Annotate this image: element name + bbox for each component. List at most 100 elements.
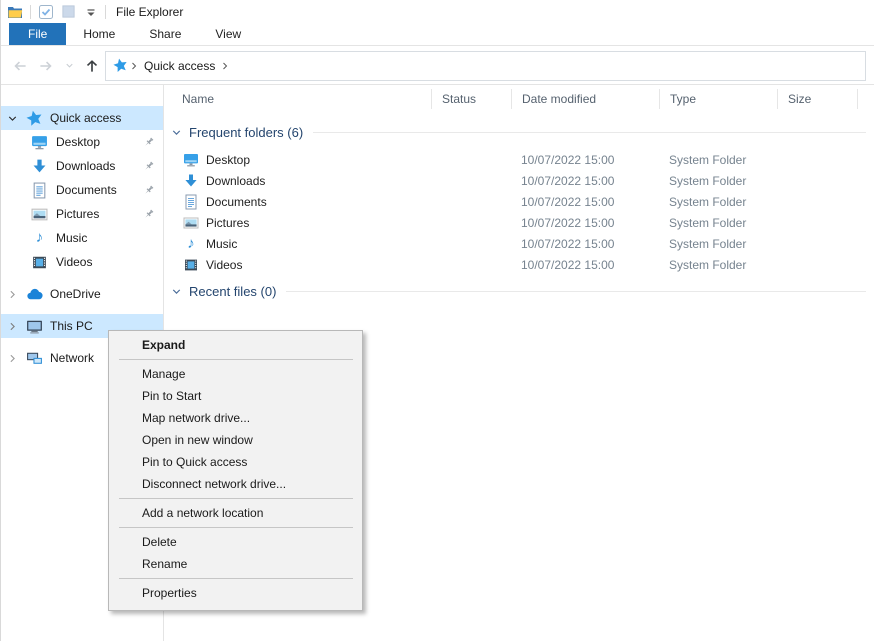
sidebar-spacer bbox=[1, 274, 163, 282]
sidebar-item-onedrive[interactable]: OneDrive bbox=[1, 282, 163, 306]
sidebar-item-label: Desktop bbox=[56, 135, 100, 149]
chevron-down-icon[interactable] bbox=[6, 112, 20, 125]
menu-separator bbox=[119, 359, 353, 360]
music-note-icon: ♪ bbox=[183, 236, 199, 252]
chevron-right-icon[interactable] bbox=[6, 288, 20, 301]
breadcrumb-chevron-icon[interactable] bbox=[128, 60, 140, 72]
file-type: System Folder bbox=[659, 153, 777, 167]
menu-item-manage[interactable]: Manage bbox=[109, 363, 362, 385]
explorer-app-icon bbox=[6, 4, 24, 20]
file-date: 10/07/2022 15:00 bbox=[511, 216, 659, 230]
videos-icon bbox=[183, 257, 199, 273]
sidebar-item-downloads[interactable]: Downloads bbox=[1, 154, 163, 178]
sidebar-item-desktop[interactable]: Desktop bbox=[1, 130, 163, 154]
pictures-icon bbox=[31, 206, 48, 223]
back-button[interactable] bbox=[11, 57, 29, 75]
recent-locations-button[interactable] bbox=[64, 60, 75, 71]
file-row-desktop[interactable]: Desktop 10/07/2022 15:00 System Folder bbox=[164, 149, 874, 170]
sidebar-item-label: Pictures bbox=[56, 207, 99, 221]
file-name: Videos bbox=[206, 258, 242, 272]
chevron-right-icon[interactable] bbox=[6, 352, 20, 365]
column-header-type[interactable]: Type bbox=[659, 89, 777, 109]
file-date: 10/07/2022 15:00 bbox=[511, 195, 659, 209]
file-row-music[interactable]: ♪ Music 10/07/2022 15:00 System Folder bbox=[164, 233, 874, 254]
column-header-size[interactable]: Size bbox=[777, 89, 858, 109]
sidebar-item-quick-access[interactable]: Quick access bbox=[1, 106, 163, 130]
column-header-status[interactable]: Status bbox=[431, 89, 511, 109]
tab-share[interactable]: Share bbox=[132, 23, 198, 45]
group-header-frequent-folders[interactable]: Frequent folders (6) bbox=[164, 121, 874, 143]
tab-view[interactable]: View bbox=[198, 23, 258, 45]
sidebar-item-music[interactable]: ♪ Music bbox=[1, 226, 163, 250]
sidebar-item-label: Quick access bbox=[50, 111, 121, 125]
file-type: System Folder bbox=[659, 195, 777, 209]
network-icon bbox=[26, 350, 43, 367]
chevron-down-icon bbox=[84, 5, 98, 19]
column-header-name[interactable]: Name bbox=[164, 89, 431, 109]
sidebar-item-label: Documents bbox=[56, 183, 117, 197]
sidebar-item-videos[interactable]: Videos bbox=[1, 250, 163, 274]
sidebar-item-label: Downloads bbox=[56, 159, 115, 173]
menu-item-expand[interactable]: Expand bbox=[109, 334, 362, 356]
column-header-date-modified[interactable]: Date modified bbox=[511, 89, 659, 109]
sidebar-item-label: Network bbox=[50, 351, 94, 365]
chevron-down-icon[interactable] bbox=[170, 126, 183, 139]
videos-icon bbox=[31, 254, 48, 271]
file-name: Desktop bbox=[206, 153, 250, 167]
qat-customize-button[interactable] bbox=[82, 3, 99, 20]
title-bar: File Explorer bbox=[1, 0, 874, 23]
group-header-rule bbox=[286, 291, 866, 292]
sidebar-item-pictures[interactable]: Pictures bbox=[1, 202, 163, 226]
menu-item-pin-to-quick-access[interactable]: Pin to Quick access bbox=[109, 451, 362, 473]
menu-item-properties[interactable]: Properties bbox=[109, 582, 362, 604]
menu-item-add-a-network-location[interactable]: Add a network location bbox=[109, 502, 362, 524]
file-name: Documents bbox=[206, 195, 267, 209]
pin-icon bbox=[142, 184, 155, 197]
file-type: System Folder bbox=[659, 174, 777, 188]
menu-item-delete[interactable]: Delete bbox=[109, 531, 362, 553]
file-row-documents[interactable]: Documents 10/07/2022 15:00 System Folder bbox=[164, 191, 874, 212]
menu-item-open-in-new-window[interactable]: Open in new window bbox=[109, 429, 362, 451]
nav-buttons bbox=[1, 57, 105, 75]
qat-new-folder-button[interactable] bbox=[60, 3, 77, 20]
group-header-rule bbox=[313, 132, 866, 133]
file-type: System Folder bbox=[659, 237, 777, 251]
file-date: 10/07/2022 15:00 bbox=[511, 174, 659, 188]
group-header-label: Recent files (0) bbox=[189, 284, 276, 299]
chevron-right-icon[interactable] bbox=[6, 320, 20, 333]
breadcrumb-chevron-icon[interactable] bbox=[219, 60, 231, 72]
sidebar-spacer bbox=[1, 306, 163, 314]
group-header-recent-files[interactable]: Recent files (0) bbox=[164, 280, 874, 302]
group-header-label: Frequent folders (6) bbox=[189, 125, 303, 140]
blank-square-icon bbox=[61, 4, 76, 19]
context-menu: Expand Manage Pin to Start Map network d… bbox=[108, 330, 363, 611]
menu-item-rename[interactable]: Rename bbox=[109, 553, 362, 575]
sidebar-item-label: Videos bbox=[56, 255, 92, 269]
address-bar[interactable]: Quick access bbox=[105, 51, 866, 81]
music-note-icon: ♪ bbox=[31, 230, 48, 247]
tab-file[interactable]: File bbox=[9, 23, 66, 45]
up-button[interactable] bbox=[83, 57, 101, 75]
titlebar-divider bbox=[105, 5, 106, 19]
file-row-pictures[interactable]: Pictures 10/07/2022 15:00 System Folder bbox=[164, 212, 874, 233]
file-row-videos[interactable]: Videos 10/07/2022 15:00 System Folder bbox=[164, 254, 874, 275]
documents-icon bbox=[183, 194, 199, 210]
sidebar-item-documents[interactable]: Documents bbox=[1, 178, 163, 202]
titlebar-divider bbox=[30, 5, 31, 19]
menu-item-map-network-drive[interactable]: Map network drive... bbox=[109, 407, 362, 429]
forward-button[interactable] bbox=[37, 57, 55, 75]
tab-home[interactable]: Home bbox=[66, 23, 132, 45]
menu-item-disconnect-network-drive[interactable]: Disconnect network drive... bbox=[109, 473, 362, 495]
file-date: 10/07/2022 15:00 bbox=[511, 237, 659, 251]
chevron-down-icon[interactable] bbox=[170, 285, 183, 298]
file-row-downloads[interactable]: Downloads 10/07/2022 15:00 System Folder bbox=[164, 170, 874, 191]
file-list: Desktop 10/07/2022 15:00 System Folder D… bbox=[164, 149, 874, 275]
desktop-icon bbox=[183, 152, 199, 168]
quick-access-star-icon bbox=[24, 108, 44, 128]
menu-separator bbox=[119, 578, 353, 579]
qat-properties-button[interactable] bbox=[37, 3, 54, 20]
pin-icon bbox=[142, 208, 155, 221]
breadcrumb[interactable]: Quick access bbox=[144, 59, 215, 73]
menu-item-pin-to-start[interactable]: Pin to Start bbox=[109, 385, 362, 407]
file-type: System Folder bbox=[659, 258, 777, 272]
